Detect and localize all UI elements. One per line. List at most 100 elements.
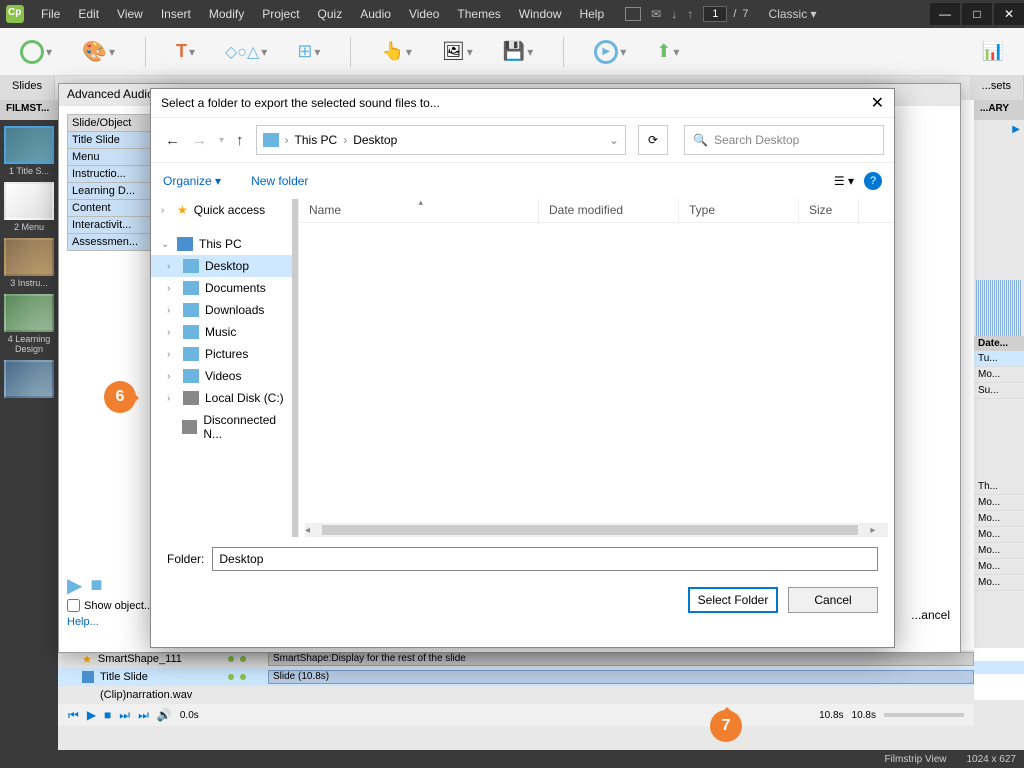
col-size[interactable]: Size [799, 199, 859, 222]
download-icon[interactable]: ↓ [671, 7, 677, 21]
tree-scrollbar[interactable] [292, 199, 298, 537]
col-date[interactable]: Date modified [539, 199, 679, 222]
hidden-cancel[interactable]: ...ancel [911, 608, 950, 622]
shapes-tool[interactable]: ◇○△▾ [225, 42, 267, 62]
breadcrumb-item[interactable]: This PC [295, 133, 338, 147]
rewind-icon[interactable]: ⏮ [68, 708, 79, 723]
slide-thumb-3[interactable]: 3 Instru... [4, 238, 54, 288]
show-objects-checkbox[interactable] [67, 599, 80, 612]
close-icon[interactable]: ✕ [871, 93, 884, 113]
slide-thumb-5[interactable] [4, 360, 54, 398]
play-icon[interactable]: ▶ [67, 573, 82, 598]
window-icon[interactable] [625, 7, 641, 21]
close-button[interactable]: ✕ [994, 3, 1024, 25]
timeline-row[interactable]: (Clip)narration.wav [58, 686, 974, 704]
tree-this-pc[interactable]: ⌄This PC [151, 233, 298, 255]
table-row[interactable]: Learning D... [67, 183, 157, 200]
menu-window[interactable]: Window [510, 3, 571, 25]
workspace-selector[interactable]: Classic ▾ [769, 7, 817, 21]
col-name[interactable]: ▴Name [299, 199, 539, 222]
forward-icon[interactable]: → [188, 128, 211, 153]
play-icon[interactable]: ▶ [1012, 124, 1020, 146]
table-row[interactable]: Content [67, 200, 157, 217]
col-type[interactable]: Type [679, 199, 799, 222]
menu-modify[interactable]: Modify [200, 3, 253, 25]
interactions-tool[interactable]: 👆▾ [381, 41, 411, 62]
lib-row[interactable]: Mo... [974, 575, 1024, 591]
help-link[interactable]: Help... [67, 616, 99, 628]
select-folder-button[interactable]: Select Folder [688, 587, 778, 613]
slide-thumb-1[interactable]: 1 Title S... [4, 126, 54, 176]
publish-tool[interactable]: ⬆▾ [656, 41, 679, 62]
chevron-down-icon[interactable]: ⌄ [609, 133, 619, 147]
menu-help[interactable]: Help [570, 3, 613, 25]
maximize-button[interactable]: □ [962, 3, 992, 25]
lib-row[interactable]: Tu... [974, 351, 1024, 367]
zoom-slider[interactable] [884, 713, 964, 717]
lib-row[interactable]: Mo... [974, 559, 1024, 575]
tree-music[interactable]: ›Music [151, 321, 298, 343]
minimize-button[interactable]: — [930, 3, 960, 25]
horizontal-scrollbar[interactable]: ◂▸ [305, 523, 888, 537]
ff-icon[interactable]: ⏭ [119, 708, 130, 723]
add-tool[interactable]: ▾ [20, 40, 52, 64]
stop-icon[interactable]: ■ [90, 574, 102, 597]
speaker-icon[interactable]: 🔊 [157, 708, 172, 722]
assets-tool[interactable]: 📊 [982, 41, 1004, 62]
menu-insert[interactable]: Insert [152, 3, 200, 25]
table-row[interactable]: Assessmen... [67, 234, 157, 251]
tree-pictures[interactable]: ›Pictures [151, 343, 298, 365]
tree-disconnected[interactable]: Disconnected N... [151, 409, 298, 445]
recent-dropdown-icon[interactable]: ▾ [215, 131, 228, 150]
back-icon[interactable]: ← [161, 128, 184, 153]
themes-tool[interactable]: 🎨▾ [82, 39, 115, 64]
text-tool[interactable]: T▾ [176, 41, 195, 62]
slide-thumb-4[interactable]: 4 Learning Design [4, 294, 54, 354]
tree-desktop[interactable]: ›Desktop [151, 255, 298, 277]
search-input[interactable]: 🔍 Search Desktop [684, 125, 884, 155]
lib-row[interactable]: Th... [974, 479, 1024, 495]
menu-project[interactable]: Project [253, 3, 308, 25]
menu-edit[interactable]: Edit [69, 3, 108, 25]
view-options[interactable]: ☰ ▾ [834, 174, 854, 188]
table-row[interactable]: Instructio... [67, 166, 157, 183]
tab-slides[interactable]: Slides [0, 76, 55, 100]
menu-themes[interactable]: Themes [448, 3, 509, 25]
play-icon[interactable]: ▶ [87, 708, 96, 722]
tab-assets[interactable]: ...sets [970, 76, 1024, 100]
tree-local-disk[interactable]: ›Local Disk (C:) [151, 387, 298, 409]
lib-row[interactable]: Mo... [974, 527, 1024, 543]
slide-thumb-2[interactable]: 2 Menu [4, 182, 54, 232]
mail-icon[interactable]: ✉ [651, 7, 661, 21]
folder-input[interactable] [212, 547, 878, 571]
timeline-row[interactable]: Title Slide Slide (10.8s) [58, 668, 974, 686]
tree-documents[interactable]: ›Documents [151, 277, 298, 299]
menu-quiz[interactable]: Quiz [309, 3, 352, 25]
lib-row[interactable]: Mo... [974, 495, 1024, 511]
menu-video[interactable]: Video [400, 3, 448, 25]
table-row[interactable]: Interactivit... [67, 217, 157, 234]
cancel-button[interactable]: Cancel [788, 587, 878, 613]
table-row[interactable]: Menu [67, 149, 157, 166]
menu-file[interactable]: File [32, 3, 69, 25]
page-current[interactable]: 1 [703, 6, 727, 22]
lib-row[interactable]: Mo... [974, 543, 1024, 559]
organize-menu[interactable]: Organize ▾ [163, 174, 221, 188]
stop-icon[interactable]: ■ [104, 708, 111, 722]
preview-tool[interactable]: ▶▾ [594, 40, 626, 64]
table-row[interactable]: Title Slide [67, 132, 157, 149]
up-icon[interactable]: ↑ [687, 7, 693, 21]
lib-row[interactable]: Su... [974, 383, 1024, 399]
new-folder-button[interactable]: New folder [251, 174, 308, 188]
help-icon[interactable]: ? [864, 172, 882, 190]
lib-row[interactable]: Mo... [974, 367, 1024, 383]
breadcrumb[interactable]: › This PC › Desktop ⌄ [256, 125, 626, 155]
end-icon[interactable]: ⏭ [138, 708, 149, 723]
tree-downloads[interactable]: ›Downloads [151, 299, 298, 321]
breadcrumb-item[interactable]: Desktop [353, 133, 397, 147]
menu-view[interactable]: View [108, 3, 152, 25]
objects-tool[interactable]: ⊞▾ [297, 41, 320, 62]
lib-col-date[interactable]: Date... [974, 336, 1024, 351]
lib-row[interactable]: Mo... [974, 511, 1024, 527]
tree-videos[interactable]: ›Videos [151, 365, 298, 387]
